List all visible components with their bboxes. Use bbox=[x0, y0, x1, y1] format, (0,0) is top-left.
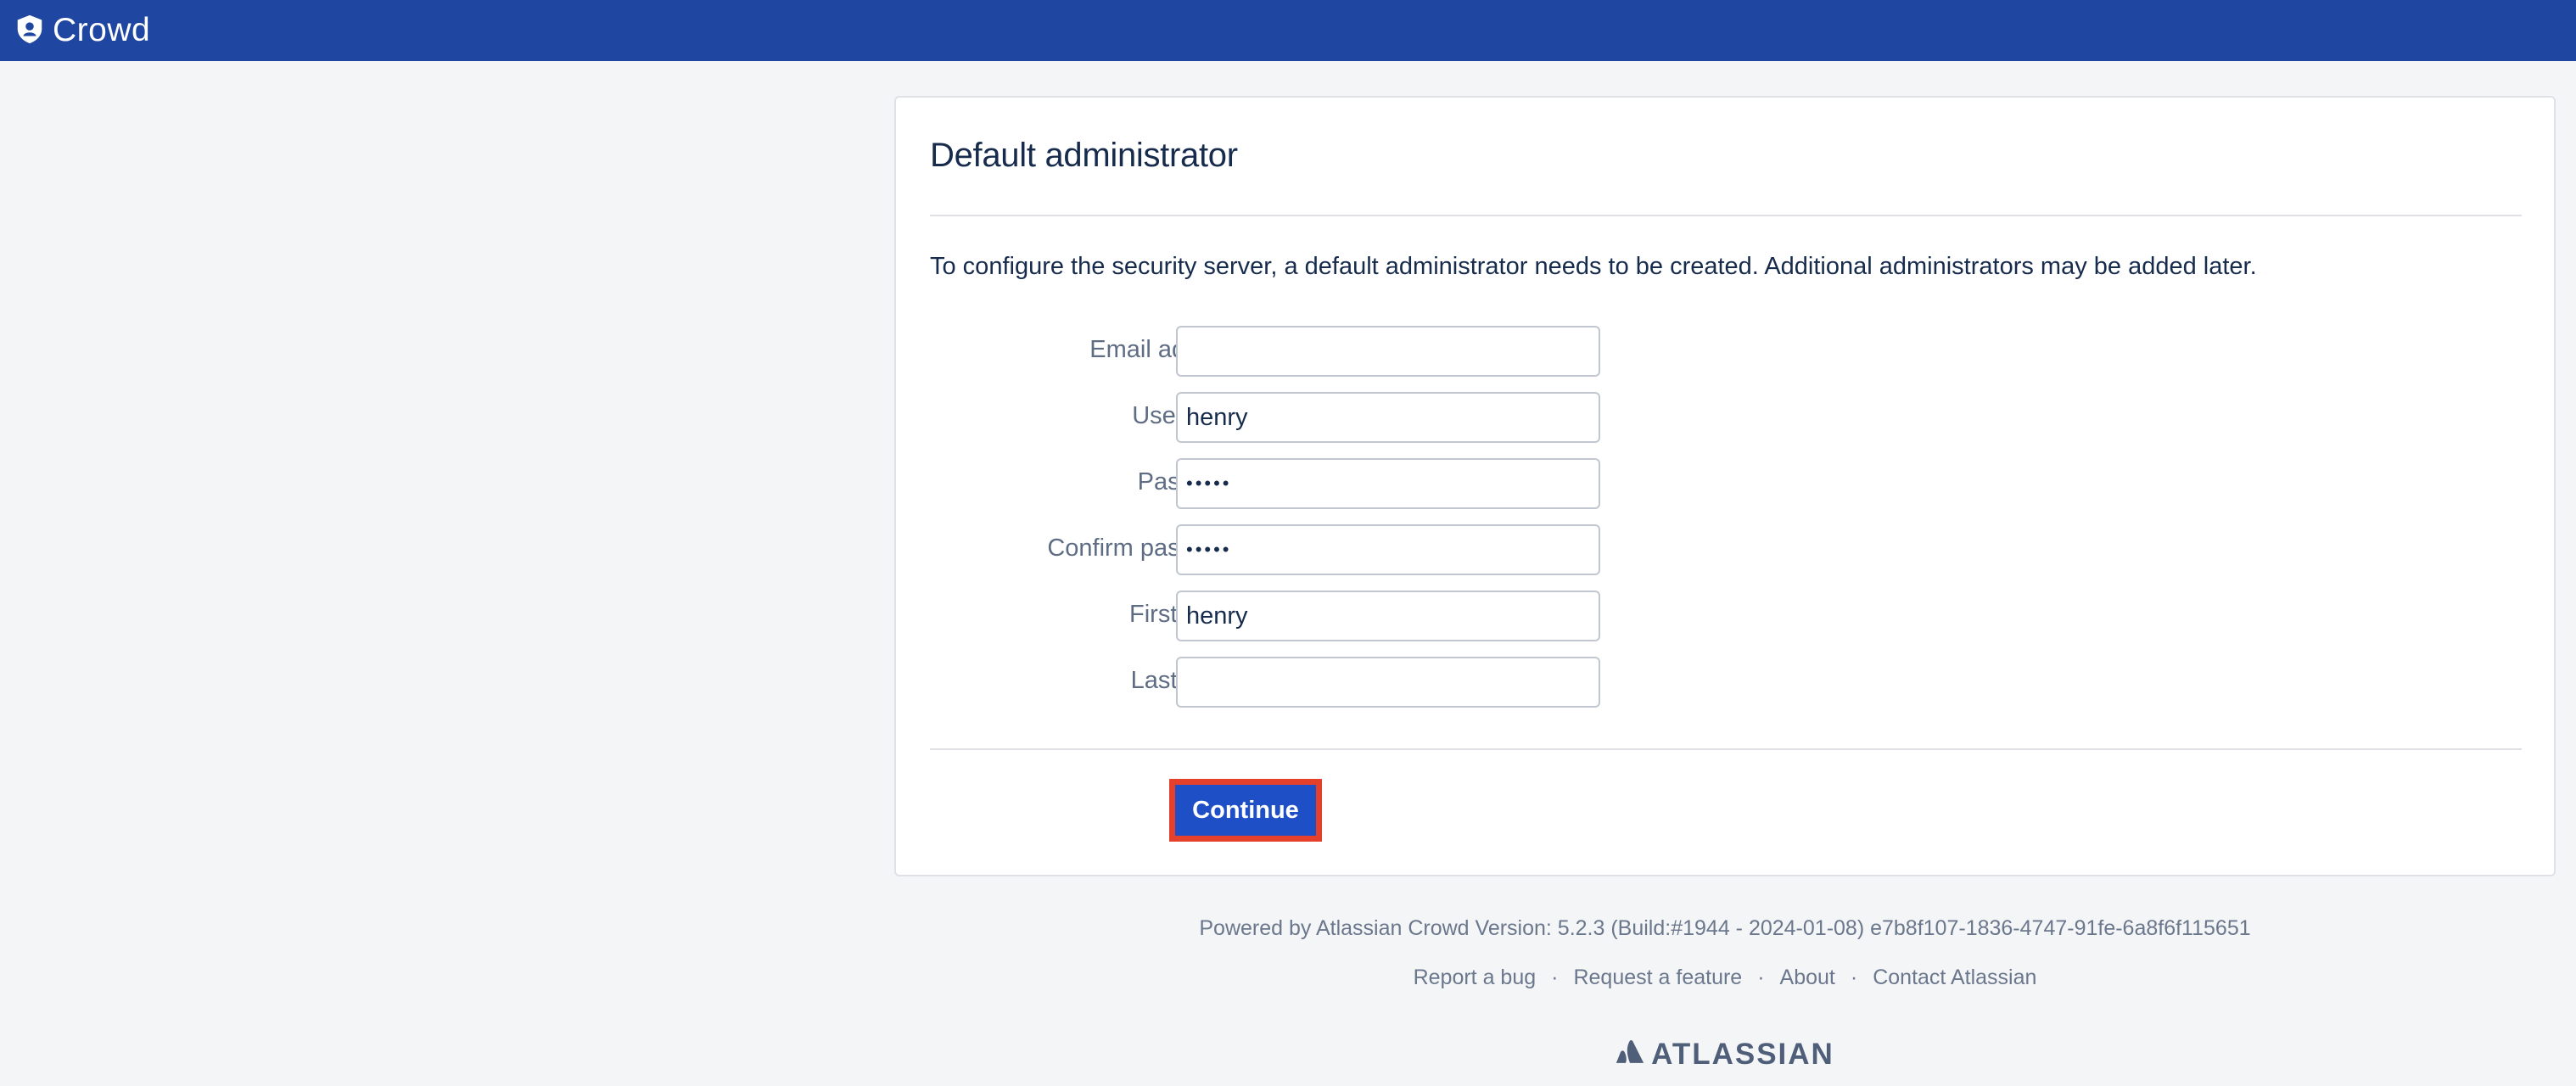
top-navigation-bar: Crowd bbox=[0, 0, 2576, 61]
footer-links: Report a bug · Request a feature · About · Con… bbox=[894, 966, 2556, 990]
intro-text: To configure the security server, a defa… bbox=[930, 253, 2257, 280]
username-row: Username* bbox=[896, 392, 1744, 445]
actions-divider bbox=[930, 748, 2522, 750]
app-name: Crowd bbox=[53, 12, 151, 48]
powered-by-text: Powered by Atlassian Crowd Version: 5.2.… bbox=[1199, 916, 2251, 940]
crowd-logo[interactable]: Crowd bbox=[14, 12, 150, 49]
crowd-logo-icon bbox=[14, 13, 46, 49]
password-row: Password* bbox=[896, 458, 1744, 511]
confirm-password-field[interactable] bbox=[1176, 524, 1600, 575]
continue-button[interactable]: Continue bbox=[1175, 785, 1316, 836]
last-name-field[interactable] bbox=[1176, 657, 1600, 708]
last-name-row: Last name* bbox=[896, 657, 1744, 709]
setup-card: Default administrator To configure the s… bbox=[894, 96, 2556, 876]
contact-atlassian-link[interactable]: Contact Atlassian bbox=[1873, 966, 2036, 989]
atlassian-wordmark: ATLASSIAN bbox=[1651, 1038, 1834, 1071]
password-field[interactable] bbox=[1176, 458, 1600, 509]
confirm-password-row: Confirm password* bbox=[896, 524, 1744, 577]
first-name-row: First name* bbox=[896, 591, 1744, 643]
report-bug-link[interactable]: Report a bug bbox=[1414, 966, 1537, 989]
title-divider bbox=[930, 215, 2522, 216]
atlassian-brand[interactable]: ATLASSIAN bbox=[894, 1038, 2556, 1072]
email-field[interactable] bbox=[1176, 326, 1600, 377]
email-row: Email address* bbox=[896, 326, 1744, 378]
footer-separator: · bbox=[1757, 966, 1765, 989]
footer-separator: · bbox=[1850, 966, 1858, 989]
request-feature-link[interactable]: Request a feature bbox=[1573, 966, 1742, 989]
about-link[interactable]: About bbox=[1780, 966, 1835, 989]
first-name-field[interactable] bbox=[1176, 591, 1600, 641]
continue-button-highlight: Continue bbox=[1169, 779, 1322, 842]
atlassian-logo-icon bbox=[1616, 1038, 1651, 1072]
page-title: Default administrator bbox=[930, 137, 1238, 174]
username-field[interactable] bbox=[1176, 392, 1600, 443]
footer-separator: · bbox=[1551, 966, 1559, 989]
